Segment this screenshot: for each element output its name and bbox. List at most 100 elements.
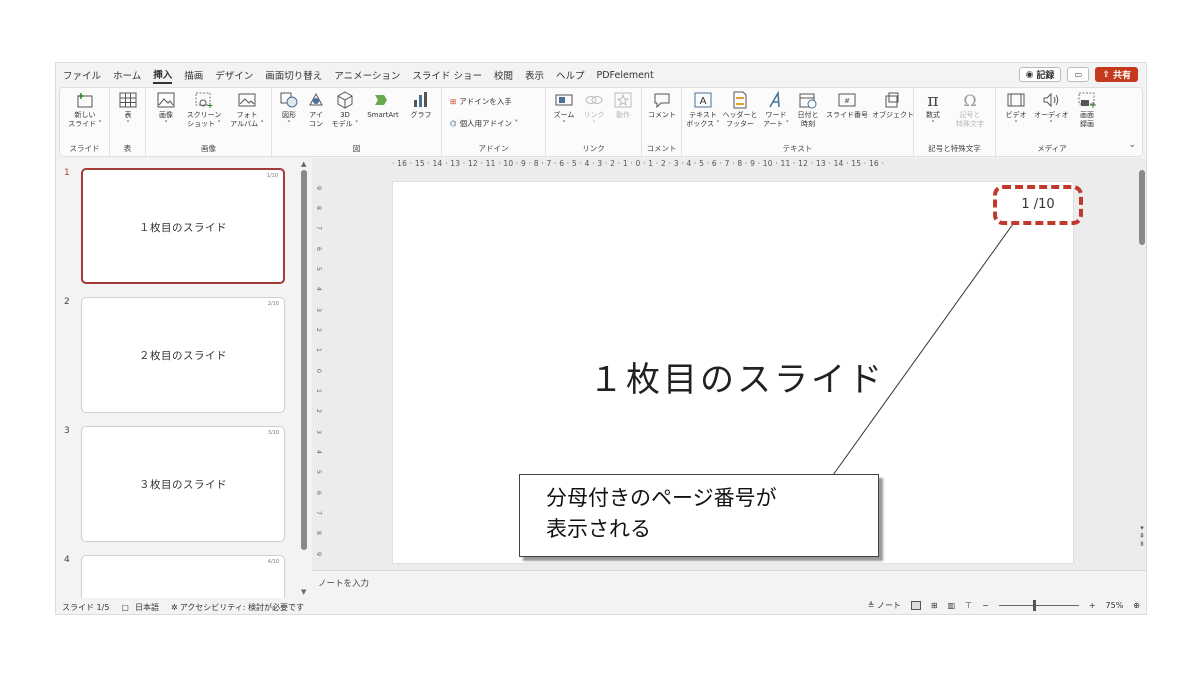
ruler-tick: 7 — [315, 225, 324, 231]
picture-button[interactable]: 画像 ˅ — [152, 91, 180, 129]
wordart-button[interactable]: ワード アート ˅ — [760, 91, 792, 129]
slide-title[interactable]: １枚目のスライド — [589, 352, 885, 401]
equation-button[interactable]: π 数式 ˅ — [920, 91, 946, 129]
table-button[interactable]: 表 ˅ — [116, 91, 140, 129]
chart-button[interactable]: グラフ — [406, 91, 436, 120]
ruler-tick: 1 — [315, 388, 324, 394]
accessibility-status[interactable]: アクセシビリティ: 検討が必要です — [180, 602, 304, 613]
symbol-button[interactable]: Ω 記号と 特殊文字 — [950, 91, 990, 129]
wordart-icon — [769, 91, 780, 108]
slide-page-number[interactable]: 1 /10 — [993, 185, 1083, 225]
slide-thumbnail-2[interactable]: 2/10 ２枚目のスライド — [81, 297, 285, 413]
group-label-media: メディア — [1037, 144, 1067, 153]
table-label: 表 ˅ — [124, 111, 132, 128]
zoom-level[interactable]: 75% — [1106, 601, 1124, 610]
datetime-button[interactable]: 日付と 時刻 — [794, 91, 822, 129]
link-button[interactable]: リンク ˅ — [580, 91, 608, 129]
zoom-out-icon[interactable]: − — [982, 601, 989, 610]
thumb-title: ３枚目のスライド — [139, 479, 227, 491]
slide-thumbnail-3[interactable]: 3/10 ３枚目のスライド — [81, 426, 285, 542]
tab-review[interactable]: 校閲 — [494, 68, 513, 82]
share-label: 共有 — [1112, 71, 1131, 81]
language-indicator[interactable]: 日本語 — [135, 602, 159, 613]
menu-right-actions: ◉ 記録 ▭ ⇧ 共有 — [1018, 67, 1138, 82]
thumb-scroll-up-icon[interactable]: ▲ — [301, 160, 306, 168]
tab-transitions[interactable]: 画面切り替え — [265, 68, 322, 82]
slideshow-view-icon[interactable]: ⊤ — [965, 601, 972, 610]
tab-home[interactable]: ホーム — [113, 68, 141, 82]
thumb-scroll-down-icon[interactable]: ▼ — [301, 588, 306, 596]
tab-help[interactable]: ヘルプ — [556, 68, 585, 82]
video-button[interactable]: ビデオ ˅ — [1002, 91, 1030, 129]
icons-button[interactable]: アイ コン — [304, 91, 328, 129]
get-addins-button[interactable]: ⊞ アドインを入手 — [450, 96, 512, 107]
ribbon-group-illustrations: 図形 ˅ アイ コン 3D モデル ˅ SmartArt グラフ 図 — [272, 88, 442, 156]
thumbnail-scrollbar[interactable] — [301, 170, 307, 550]
header-footer-button[interactable]: ヘッダーと フッター — [722, 91, 758, 129]
reading-view-icon[interactable]: ▥ — [948, 601, 956, 610]
zoom-in-icon[interactable]: + — [1089, 601, 1096, 610]
shapes-button[interactable]: 図形 ˅ — [276, 91, 302, 129]
share-button[interactable]: ⇧ 共有 — [1095, 67, 1138, 82]
zoom-button[interactable]: ズーム ˅ — [550, 91, 578, 129]
ruler-tick: 3 — [315, 429, 324, 435]
textbox-button[interactable]: A テキスト ボックス ˅ — [686, 91, 720, 129]
thumb-number-2: 2 — [64, 297, 70, 307]
slide-thumbnail-1[interactable]: 1/10 １枚目のスライド — [81, 168, 285, 284]
spellcheck-icon[interactable]: ▢ — [121, 603, 129, 612]
group-label-symbols: 記号と特殊文字 — [928, 144, 981, 153]
link-label: リンク ˅ — [583, 111, 605, 128]
notes-pane[interactable]: ノートを入力 — [312, 570, 1146, 598]
audio-button[interactable]: オーディオ ˅ — [1034, 91, 1069, 129]
photo-album-button[interactable]: フォト アルバム ˅ — [226, 91, 268, 129]
notes-toggle-button[interactable]: ≜ ノート — [868, 600, 901, 611]
action-button[interactable]: 動作 — [610, 91, 636, 120]
ruler-tick: 9 — [315, 551, 324, 557]
picture-icon — [157, 92, 175, 108]
normal-view-icon[interactable] — [910, 601, 921, 610]
thumb-page-number: 1/10 — [266, 173, 278, 179]
smartart-button[interactable]: SmartArt — [362, 91, 404, 120]
tab-pdfelement[interactable]: PDFelement — [597, 70, 654, 81]
new-slide-icon — [77, 93, 93, 108]
fit-to-window-icon[interactable]: ⊕ — [1133, 601, 1140, 610]
object-button[interactable]: オブジェクト — [872, 91, 914, 120]
slide-number-button[interactable]: # スライド番号 — [824, 91, 870, 120]
screenshot-icon — [195, 92, 213, 108]
ribbon-collapse-chevron-icon[interactable]: ⌄ — [1128, 140, 1136, 150]
tab-design[interactable]: デザイン — [215, 68, 253, 82]
tab-animations[interactable]: アニメーション — [334, 68, 400, 82]
wordart-label: ワード アート ˅ — [762, 111, 790, 128]
zoom-slider-knob[interactable] — [1032, 600, 1036, 611]
tab-file[interactable]: ファイル — [63, 68, 101, 82]
link-icon — [585, 96, 603, 104]
record-button[interactable]: ◉ 記録 — [1018, 67, 1062, 82]
screen-recording-button[interactable]: 画面 録画 — [1072, 91, 1102, 129]
tab-slideshow[interactable]: スライド ショー — [412, 68, 482, 82]
new-slide-button[interactable]: 新しい スライド ˅ — [66, 91, 104, 129]
menu-bar: ファイル ホーム 挿入 描画 デザイン 画面切り替え アニメーション スライド … — [56, 63, 1146, 87]
tab-view[interactable]: 表示 — [525, 68, 544, 82]
slide-sorter-icon[interactable]: ⊞ — [931, 601, 938, 610]
new-comment-button[interactable]: コメント — [646, 91, 678, 120]
editor-scroll-arrows-icon[interactable]: ▾ ⇞ ⇟ — [1139, 524, 1145, 548]
ruler-tick: 6 — [315, 490, 324, 496]
editor-scrollbar[interactable] — [1139, 170, 1145, 245]
ribbon-group-media: ビデオ ˅ オーディオ ˅ 画面 録画 メディア — [996, 88, 1108, 156]
3d-models-button[interactable]: 3D モデル ˅ — [330, 91, 360, 129]
shapes-label: 図形 ˅ — [282, 111, 296, 128]
slide-thumbnail-4[interactable]: 4/10 — [81, 555, 285, 598]
slide-canvas[interactable]: １枚目のスライド 1 /10 分母付きのページ番号が 表示される — [392, 181, 1083, 564]
notes-toggle-label: ノート — [876, 601, 901, 610]
screenshot-button[interactable]: スクリーン ショット ˅ — [184, 91, 224, 129]
addins-icon: ⌬ — [450, 119, 457, 128]
ruler-tick: 8 — [315, 205, 324, 211]
comments-button[interactable]: ▭ — [1067, 67, 1090, 82]
my-addins-button[interactable]: ⌬ 個人用アドイン ˅ — [450, 118, 518, 129]
thumb-title: ２枚目のスライド — [139, 350, 227, 362]
ruler-tick: 9 — [315, 185, 324, 191]
tab-insert[interactable]: 挿入 — [153, 67, 173, 84]
powerpoint-window: ファイル ホーム 挿入 描画 デザイン 画面切り替え アニメーション スライド … — [55, 62, 1147, 615]
tab-draw[interactable]: 描画 — [184, 68, 203, 82]
zoom-slider[interactable] — [998, 600, 1079, 611]
